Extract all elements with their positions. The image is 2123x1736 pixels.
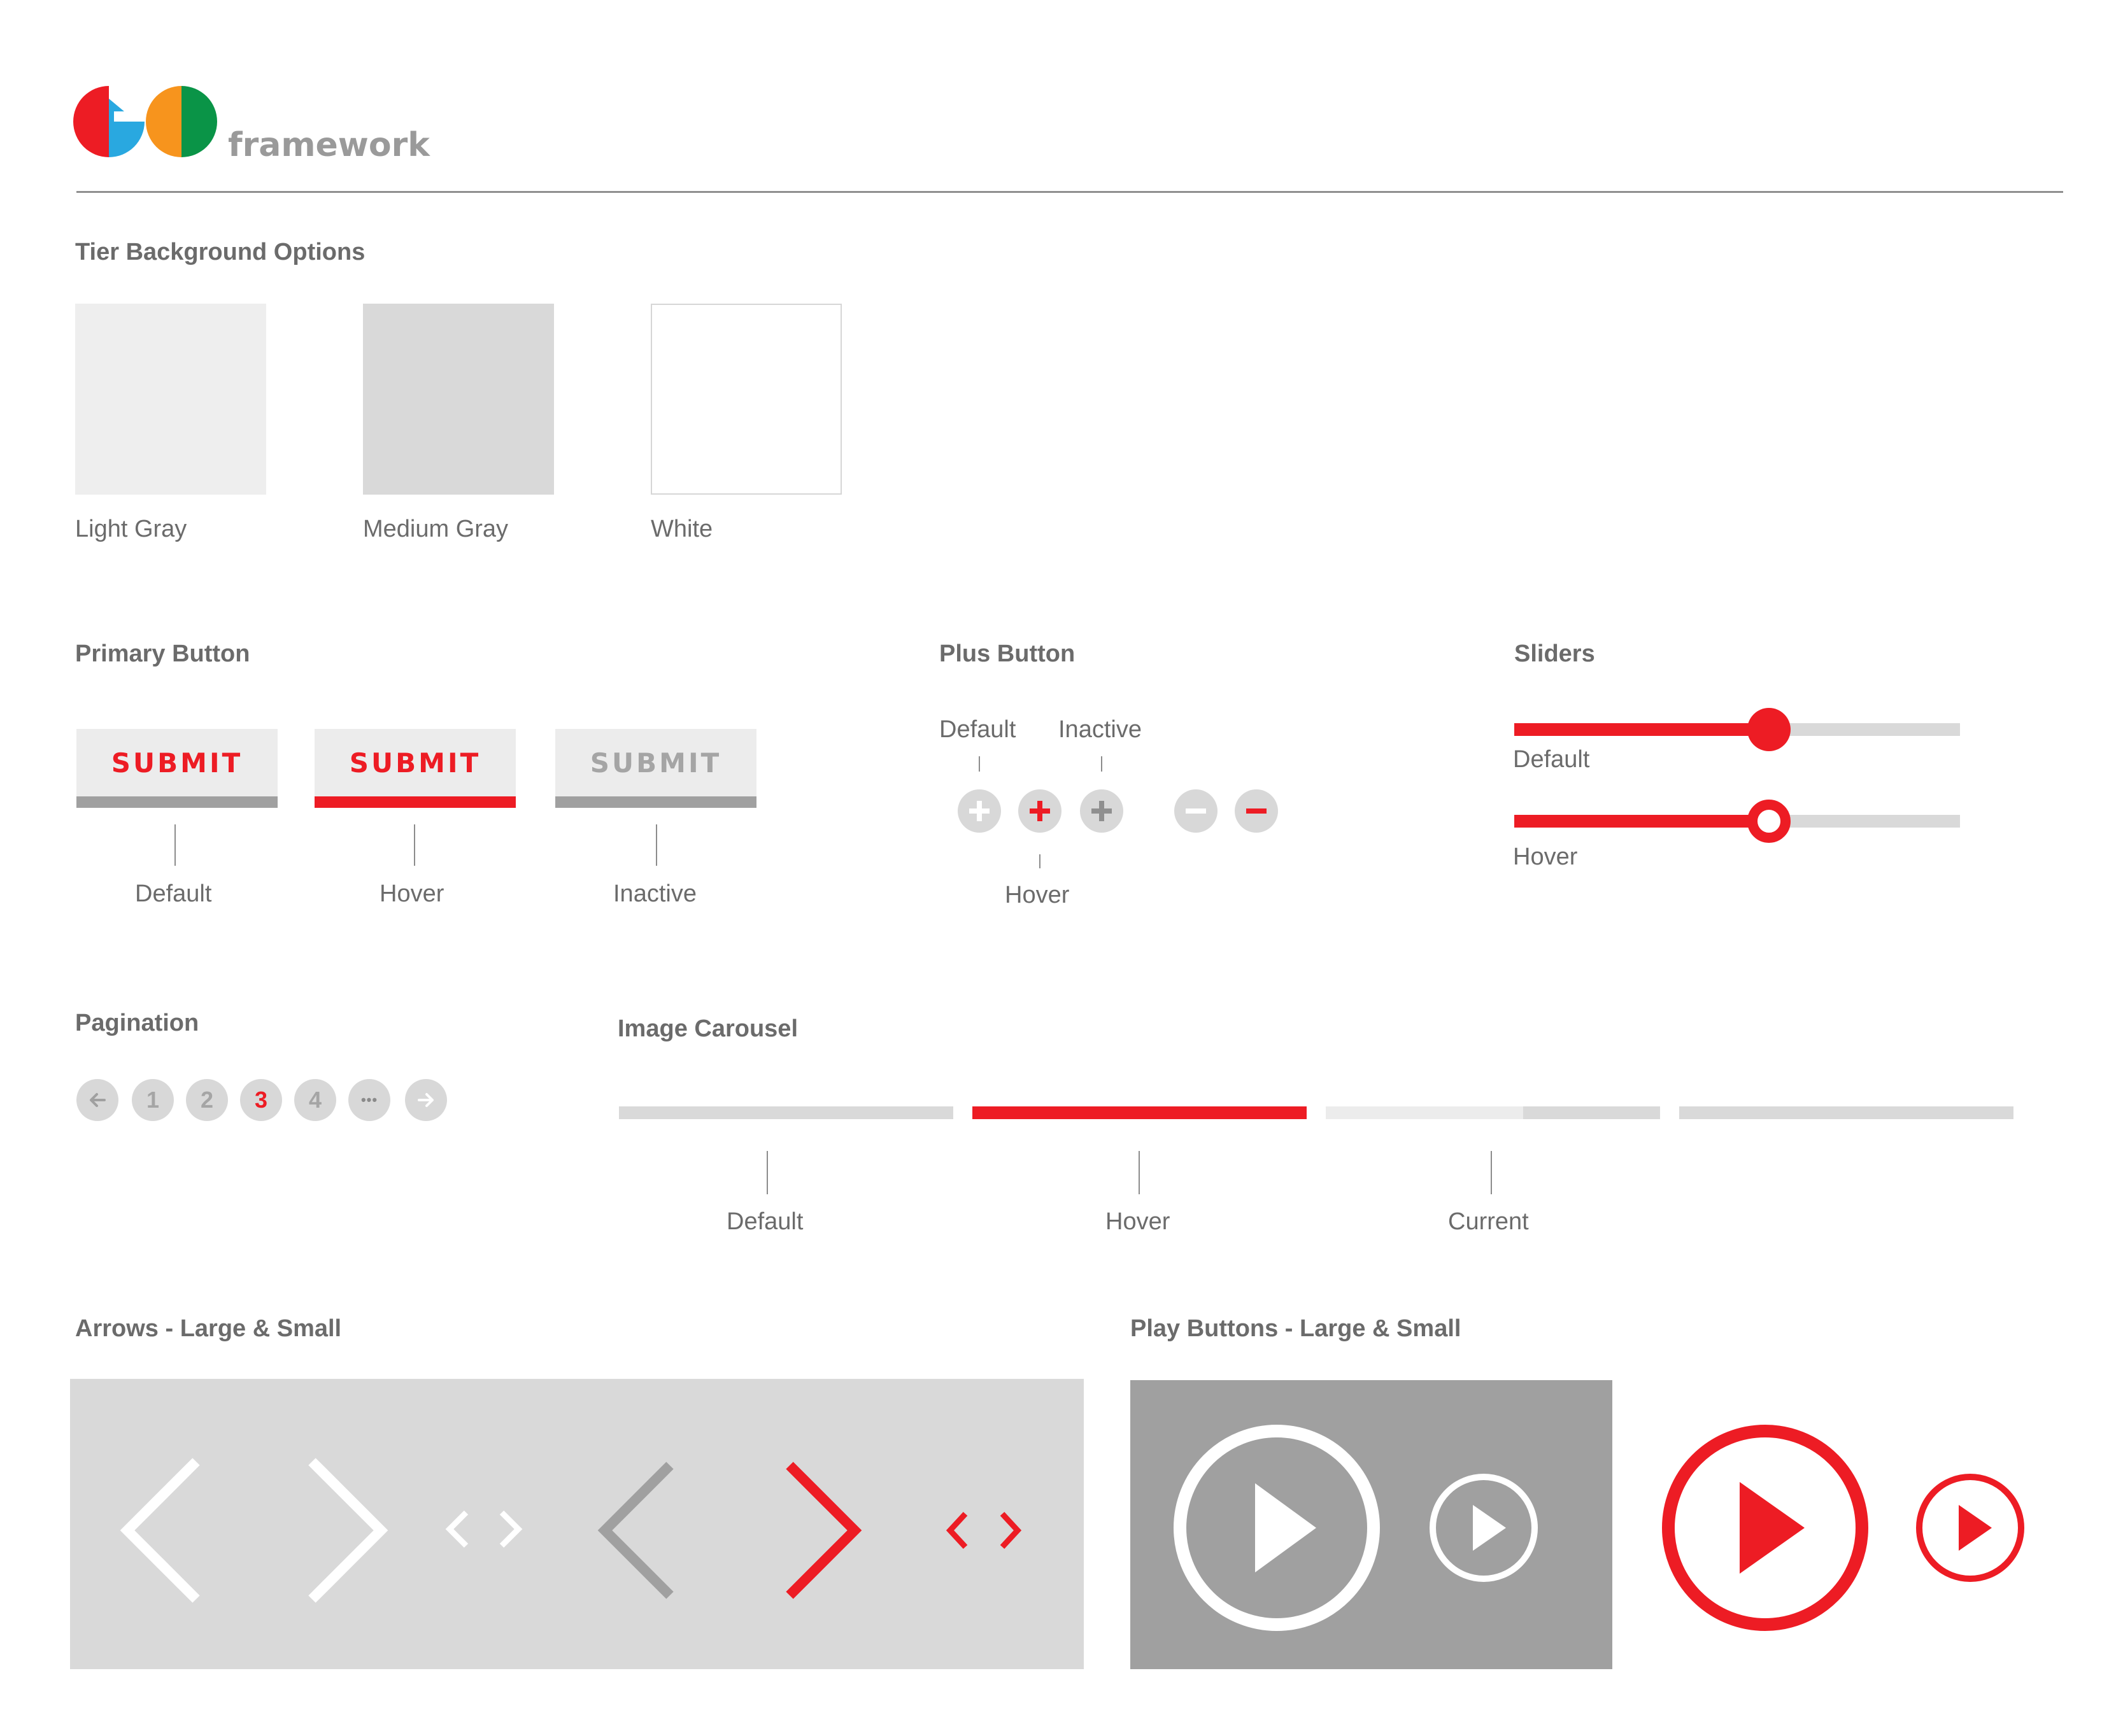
play-buttons-red [1656,1420,2038,1636]
sliders-title: Sliders [1514,640,1595,667]
swatch-white [651,304,842,495]
arrow-right-icon [418,1093,434,1107]
arrow-left-large-white-icon [120,1458,200,1603]
callout-line [1139,1151,1140,1194]
play-button-small-white[interactable] [1430,1474,1538,1582]
image-carousel-title: Image Carousel [618,1015,798,1042]
slider-fill [1514,815,1769,828]
primary-button-title: Primary Button [75,640,250,667]
play-icon [1740,1482,1805,1574]
slider-label-hover: Hover [1513,843,1578,870]
callout-line [1039,854,1040,868]
carousel-current-progress [1326,1106,1523,1119]
carousel-indicator-hover[interactable] [972,1106,1307,1119]
callout-line [767,1151,768,1194]
plus-button-inactive [1080,789,1123,833]
play-buttons-title: Play Buttons - Large & Small [1130,1315,1461,1342]
pagination-page-4[interactable]: 4 [294,1079,336,1121]
arrows-panel [70,1379,1084,1669]
carousel-indicator[interactable] [1679,1106,2013,1119]
play-icon [1473,1505,1506,1551]
carousel-indicator-current[interactable] [1326,1106,1660,1119]
arrows-title: Arrows - Large & Small [75,1315,342,1342]
plus-icon [1030,801,1050,821]
play-buttons-dark-panel [1130,1380,1612,1669]
arrow-left-large-gray-icon [597,1462,674,1599]
tier-backgrounds-title: Tier Background Options [75,239,366,265]
swatch-medium-gray [363,304,554,495]
slider-fill [1514,723,1769,736]
submit-button-label: SUBMIT [349,747,481,779]
plus-icon [969,801,990,821]
arrow-right-large-white-icon [308,1458,388,1603]
button-underline [315,796,516,808]
button-underline [555,796,756,808]
minus-icon [1246,808,1267,814]
swatch-label-medium-gray: Medium Gray [363,516,509,542]
primary-state-hover: Hover [380,880,444,907]
minus-button-default[interactable] [1174,789,1218,833]
arrow-left-icon [90,1093,106,1107]
swatch-label-light-gray: Light Gray [75,516,187,542]
pagination-prev-button[interactable] [76,1079,118,1121]
primary-state-inactive: Inactive [613,880,697,907]
plus-label-default: Default [939,716,1016,743]
play-buttons-red-svg [1662,1425,2024,1631]
callout-line [656,824,657,866]
plus-button-title: Plus Button [939,640,1076,667]
slider-handle[interactable] [1747,708,1791,751]
go-logo-icon [73,86,217,157]
play-button-small-red[interactable] [1916,1474,2024,1582]
plus-label-inactive: Inactive [1058,716,1142,743]
arrows-svg [120,1458,1022,1603]
arrow-left-small-white-icon [445,1510,469,1548]
plus-button-default[interactable] [958,789,1001,833]
carousel-indicator-default[interactable] [619,1106,953,1119]
submit-button-label: SUBMIT [590,747,722,779]
submit-button-hover[interactable]: SUBMIT [315,729,516,808]
pagination-page-2[interactable]: 2 [186,1079,228,1121]
play-button-large-white[interactable] [1174,1425,1380,1631]
submit-button-default[interactable]: SUBMIT [76,729,278,808]
minus-icon [1186,808,1206,814]
callout-line [1101,756,1102,772]
slider-handle[interactable] [1747,800,1791,843]
arrow-right-small-red-icon [1000,1511,1022,1549]
arrow-right-large-red-icon [786,1462,862,1599]
pagination-page-3-current[interactable]: 3 [240,1079,282,1121]
pagination-title: Pagination [75,1010,199,1036]
callout-line [979,756,980,772]
submit-button-inactive: SUBMIT [555,729,756,808]
slider-label-default: Default [1513,746,1590,773]
plus-icon [1091,801,1112,821]
plus-button-hover[interactable] [1018,789,1062,833]
swatch-label-white: White [651,516,713,542]
carousel-label-current: Current [1448,1208,1529,1235]
callout-line [1491,1151,1492,1194]
play-button-large-red[interactable] [1662,1425,1868,1631]
play-icon [1255,1483,1316,1572]
swatch-light-gray [75,304,266,495]
arrow-right-small-white-icon [499,1510,523,1548]
arrow-left-small-red-icon [946,1511,968,1549]
carousel-label-default: Default [727,1208,804,1235]
pagination-next-button[interactable] [405,1079,447,1121]
brand-wordmark: framework [228,126,430,164]
brand-logo [73,86,220,159]
slider-hover[interactable] [1514,798,1960,843]
plus-label-hover: Hover [1005,882,1070,908]
slider-default[interactable] [1514,707,1960,751]
pagination-ellipsis[interactable]: ••• [348,1079,390,1121]
pagination-page-1[interactable]: 1 [132,1079,174,1121]
minus-button-hover[interactable] [1235,789,1278,833]
primary-state-default: Default [135,880,212,907]
play-buttons-dark-svg [1174,1425,1538,1631]
play-icon [1959,1505,1992,1551]
submit-button-label: SUBMIT [111,747,243,779]
carousel-label-hover: Hover [1105,1208,1170,1235]
callout-line [174,824,176,866]
callout-line [414,824,415,866]
header-divider [76,191,2063,193]
button-underline [76,796,278,808]
